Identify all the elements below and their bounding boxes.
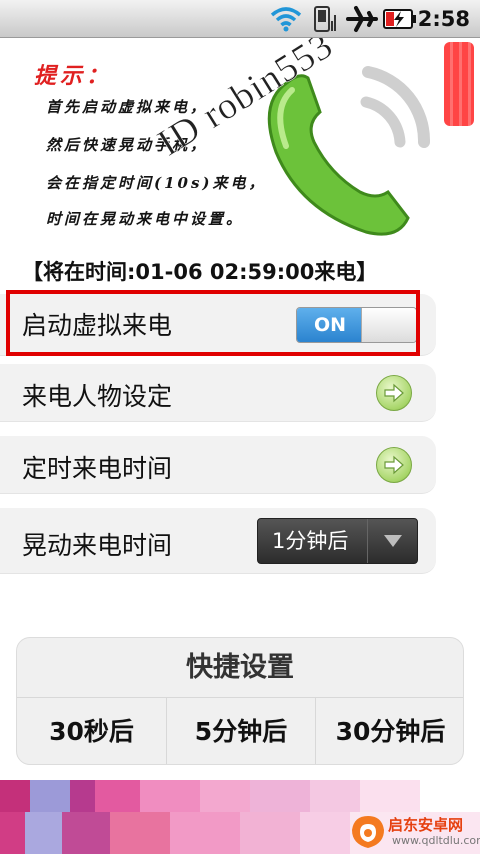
schedule-text: 【将在时间:01-06 02:59:00来电】 [22,260,378,284]
caller-setting-label: 来电人物设定 [22,382,173,411]
quick-30s-button[interactable]: 30秒后 [17,698,166,764]
shake-time-label: 晃动来电时间 [22,531,173,560]
site-brand: 启东安卓网 [388,816,464,834]
signal-icon [312,4,340,34]
decorative-mark [444,42,474,126]
airplane-icon [344,4,380,34]
shake-time-select[interactable]: 1分钟后 [257,518,418,564]
timer-row[interactable]: 定时来电时间 [0,436,436,494]
battery-charging-icon [382,4,418,34]
tip-title: 提示： [34,63,113,89]
chevron-down-icon[interactable] [367,519,417,563]
quick-30min-button[interactable]: 30分钟后 [315,698,463,764]
arrow-right-icon[interactable] [376,447,412,483]
site-url: www.qdltdlu.com [392,834,480,847]
highlight-box [6,290,420,356]
clock: 2:58 [417,7,470,31]
instruction-banner: 提示： 首先启动虚拟来电， 然后快速晃动手机， 会在指定时间(10s)来电， 时… [0,38,480,250]
tip-line: 时间在晃动来电中设置。 [46,210,245,228]
site-logo-icon [352,816,384,848]
quick-settings-title: 快捷设置 [17,638,463,698]
status-bar: 2:58 [0,0,480,38]
timer-label: 定时来电时间 [22,454,173,483]
arrow-right-icon[interactable] [376,375,412,411]
caller-setting-row[interactable]: 来电人物设定 [0,364,436,422]
tip-line: 会在指定时间(10s)来电， [46,174,267,192]
shake-time-value: 1分钟后 [272,529,349,553]
quick-5min-button[interactable]: 5分钟后 [166,698,315,764]
shake-time-row[interactable]: 晃动来电时间 1分钟后 [0,508,436,574]
quick-settings-panel: 快捷设置 30秒后 5分钟后 30分钟后 [16,637,464,765]
wifi-icon [268,4,304,34]
